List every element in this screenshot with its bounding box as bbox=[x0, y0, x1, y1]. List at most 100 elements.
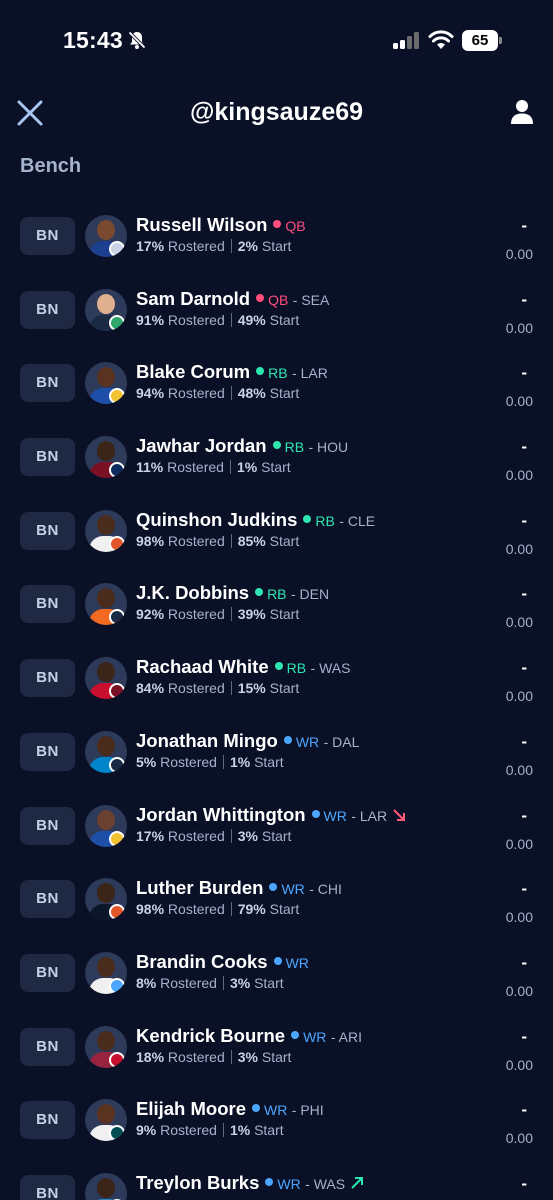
slot-button[interactable]: BN bbox=[20, 364, 75, 403]
player-row[interactable]: BN Kendrick Bourne WR - ARI 18% Rostered 3% … bbox=[0, 1009, 553, 1083]
player-row[interactable]: BN Quinshon Judkins RB - CLE 98% Rostered 85… bbox=[0, 493, 553, 567]
player-name[interactable]: J.K. Dobbins bbox=[136, 582, 249, 603]
stats-divider bbox=[230, 828, 232, 843]
position-dot bbox=[283, 735, 292, 744]
player-name[interactable]: Russell Wilson bbox=[136, 214, 267, 235]
stats-divider bbox=[230, 239, 232, 253]
player-name[interactable]: Brandin Cooks bbox=[136, 951, 268, 972]
player-name[interactable]: Jordan Whittington bbox=[136, 804, 306, 825]
team-logo-icon bbox=[109, 683, 125, 700]
slot-button[interactable]: BN bbox=[20, 880, 75, 919]
points-value: 0.00 bbox=[505, 540, 533, 557]
points-value: 0.00 bbox=[505, 761, 533, 778]
points-value: 0.00 bbox=[505, 467, 533, 484]
player-name[interactable]: Luther Burden bbox=[136, 877, 263, 898]
player-stats: 92% Rostered 39% Start bbox=[136, 606, 300, 623]
player-row[interactable]: BN Jonathan Mingo WR - DAL 5% Rostered 1% St… bbox=[0, 714, 553, 788]
profile-button[interactable] bbox=[510, 99, 534, 125]
player-row[interactable]: BN Elijah Moore WR - PHI 9% Rostered 1% Star… bbox=[0, 1082, 553, 1156]
player-team: - DEN bbox=[290, 586, 330, 603]
player-row[interactable]: BN Brandin Cooks WR 8% Rostered 3% Start - 0.… bbox=[0, 935, 553, 1009]
slot-button[interactable]: BN bbox=[20, 438, 75, 477]
player-team: - LAR bbox=[292, 365, 328, 382]
team-logo-icon bbox=[109, 241, 125, 257]
roster-screen: 15:43 65 @kingsauze69 Bench BN Russell W… bbox=[0, 0, 553, 1200]
projection-value: - bbox=[521, 1100, 527, 1120]
position-dot bbox=[274, 662, 283, 671]
player-name-line: Brandin Cooks WR bbox=[136, 951, 309, 973]
projection-value: - bbox=[521, 731, 527, 751]
player-row[interactable]: BN J.K. Dobbins RB - DEN 92% Rostered 39% St… bbox=[0, 566, 553, 640]
player-position: WR bbox=[295, 733, 320, 750]
projection-value: - bbox=[521, 289, 527, 309]
stats-divider bbox=[222, 1123, 224, 1138]
player-avatar bbox=[85, 951, 127, 994]
slot-button[interactable]: BN bbox=[20, 806, 75, 845]
battery-nub bbox=[499, 37, 502, 44]
player-stats: 5% Rostered 1% Start bbox=[136, 753, 284, 770]
stats-divider bbox=[229, 460, 231, 475]
player-name[interactable]: Blake Corum bbox=[136, 361, 250, 382]
player-avatar bbox=[85, 657, 127, 700]
player-name[interactable]: Jonathan Mingo bbox=[136, 730, 278, 751]
projection-value: - bbox=[521, 805, 527, 825]
player-name-line: Rachaad White RB - WAS bbox=[136, 656, 350, 678]
player-name-line: Sam Darnold QB - SEA bbox=[136, 288, 329, 310]
slot-button[interactable]: BN bbox=[20, 1027, 75, 1066]
team-logo-icon bbox=[109, 462, 125, 479]
player-name[interactable]: Sam Darnold bbox=[136, 288, 250, 309]
bell-muted-icon bbox=[127, 30, 147, 50]
projection-value: - bbox=[521, 216, 527, 235]
slot-button[interactable]: BN bbox=[20, 1174, 75, 1200]
projection-value: - bbox=[521, 1026, 527, 1046]
slot-button[interactable]: BN bbox=[20, 659, 75, 698]
player-row[interactable]: BN Luther Burden WR - CHI 98% Rostered 79% S… bbox=[0, 861, 553, 935]
position-dot bbox=[252, 1104, 260, 1113]
player-name[interactable]: Jawhar Jordan bbox=[136, 435, 267, 456]
position-dot bbox=[265, 1177, 274, 1186]
player-row[interactable]: BN Sam Darnold QB - SEA 91% Rostered 49% Sta… bbox=[0, 272, 553, 346]
player-name[interactable]: Elijah Moore bbox=[136, 1098, 246, 1119]
stats-divider bbox=[230, 1049, 232, 1064]
player-stats: 91% Rostered 49% Start bbox=[136, 311, 300, 328]
points-value: 0.00 bbox=[505, 1130, 533, 1147]
projection-value: - bbox=[521, 952, 527, 972]
player-avatar bbox=[85, 1025, 127, 1068]
player-name-line: Treylon Burks WR - WAS bbox=[136, 1172, 364, 1194]
player-row[interactable]: BN Treylon Burks WR - WAS - bbox=[0, 1156, 553, 1200]
slot-button[interactable]: BN bbox=[20, 585, 75, 624]
player-row[interactable]: BN Jawhar Jordan RB - HOU 11% Rostered 1% St… bbox=[0, 419, 553, 493]
stats-divider bbox=[230, 533, 232, 548]
slot-button[interactable]: BN bbox=[20, 732, 75, 771]
player-name[interactable]: Rachaad White bbox=[136, 656, 269, 677]
slot-button[interactable]: BN bbox=[20, 217, 75, 255]
position-dot bbox=[273, 956, 282, 965]
player-avatar bbox=[85, 1172, 127, 1200]
player-row[interactable]: BN Rachaad White RB - WAS 84% Rostered 15% S… bbox=[0, 640, 553, 714]
slot-button[interactable]: BN bbox=[20, 511, 75, 550]
team-logo-icon bbox=[109, 1051, 125, 1068]
player-row[interactable]: BN Russell Wilson QB 17% Rostered 2% Start -… bbox=[0, 198, 553, 272]
player-row[interactable]: BN Jordan Whittington WR - LAR 17% Rostered… bbox=[0, 788, 553, 862]
player-name[interactable]: Kendrick Bourne bbox=[136, 1025, 285, 1046]
slot-button[interactable]: BN bbox=[20, 290, 75, 329]
player-position: WR bbox=[285, 954, 309, 971]
player-name-line: Elijah Moore WR - PHI bbox=[136, 1098, 324, 1120]
bench-player-list: BN Russell Wilson QB 17% Rostered 2% Start -… bbox=[0, 198, 553, 1200]
stats-divider bbox=[230, 902, 232, 917]
points-value: 0.00 bbox=[505, 393, 533, 410]
player-position: RB bbox=[315, 512, 335, 529]
slot-button[interactable]: BN bbox=[20, 953, 75, 992]
player-name-line: Russell Wilson QB bbox=[136, 214, 306, 236]
player-name[interactable]: Quinshon Judkins bbox=[136, 509, 297, 530]
player-name-line: Quinshon Judkins RB - CLE bbox=[136, 509, 375, 531]
player-team: - LAR bbox=[351, 807, 388, 824]
team-logo-icon bbox=[109, 535, 125, 552]
player-position: WR bbox=[281, 881, 305, 898]
points-value: 0.00 bbox=[505, 688, 533, 705]
position-dot bbox=[269, 883, 278, 892]
slot-button[interactable]: BN bbox=[20, 1101, 75, 1140]
points-value: 0.00 bbox=[505, 246, 533, 262]
player-name[interactable]: Treylon Burks bbox=[136, 1172, 259, 1193]
player-row[interactable]: BN Blake Corum RB - LAR 94% Rostered 48% Sta… bbox=[0, 345, 553, 419]
